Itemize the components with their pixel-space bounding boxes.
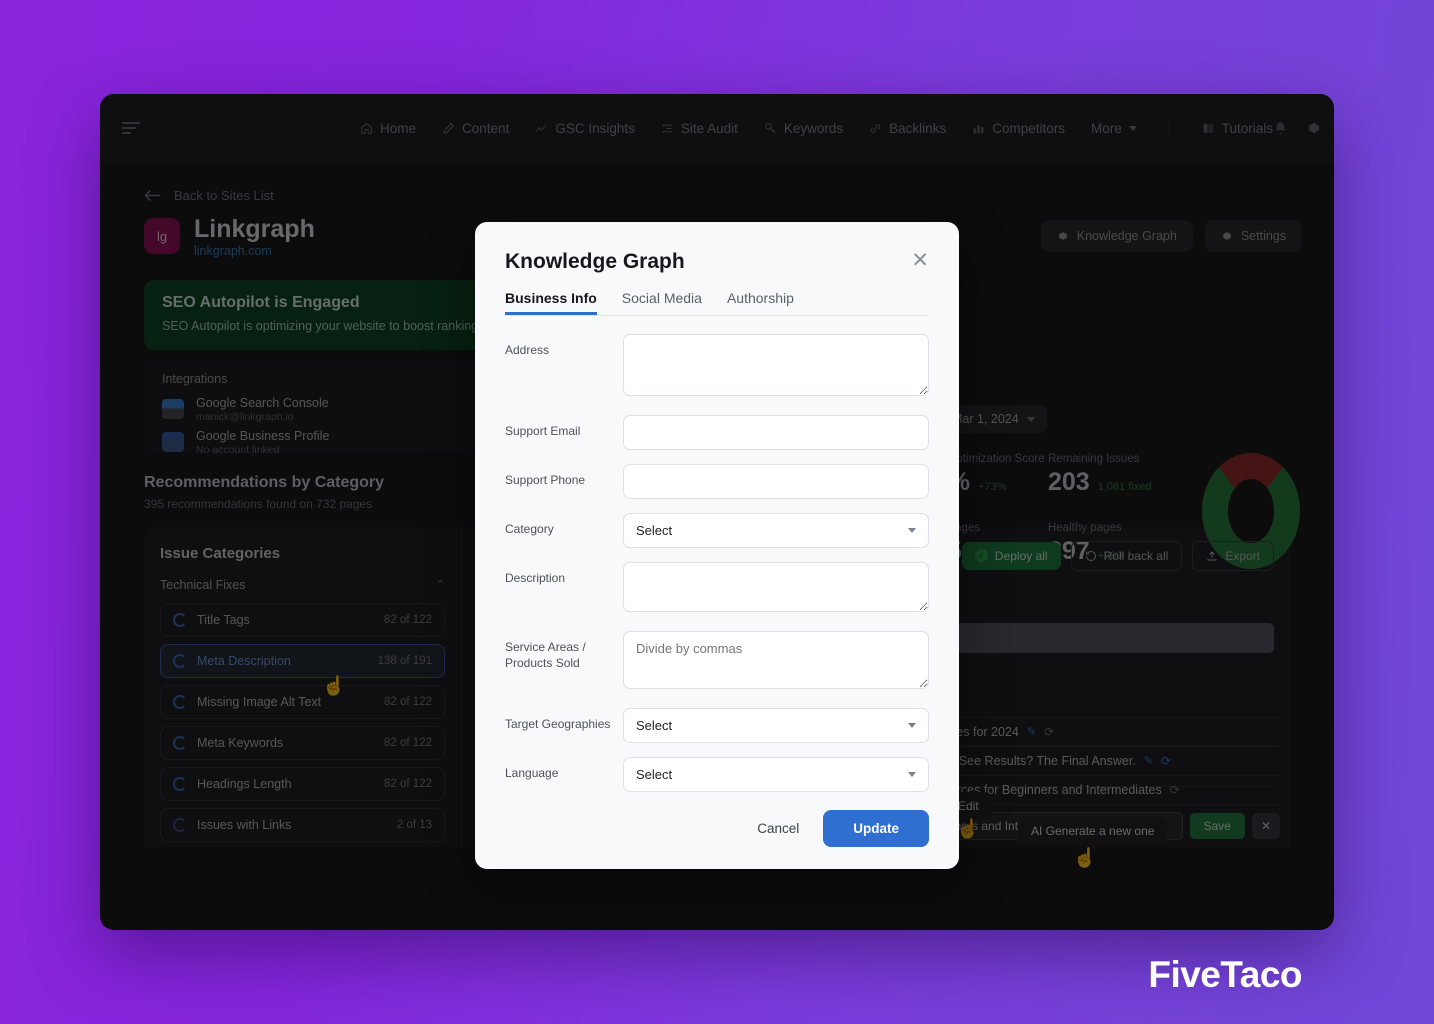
update-button[interactable]: Update [823,810,929,847]
field-label: Service Areas / Products Sold [505,640,586,671]
field-label: Description [505,571,566,585]
chevron-down-icon [908,528,916,533]
tab-authorship[interactable]: Authorship [727,290,794,315]
select-value: Select [636,767,673,782]
field-label: Language [505,766,559,780]
address-input[interactable] [623,334,929,396]
select-value: Select [636,523,673,538]
field-target-geographies: Target Geographies Select [505,708,929,743]
field-label: Support Email [505,424,581,438]
modal-actions: Cancel Update [505,810,929,847]
close-icon[interactable]: ✕ [911,250,929,271]
field-category: Category Select [505,513,929,548]
business-info-form: Address Support Email Support Phone Cate… [505,334,929,792]
knowledge-graph-modal: Knowledge Graph ✕ Business Info Social M… [475,222,959,869]
support-email-input[interactable] [623,415,929,450]
field-address: Address [505,334,929,401]
modal-tabs: Business Info Social Media Authorship [505,290,929,316]
description-input[interactable] [623,562,929,612]
field-label: Target Geographies [505,717,611,731]
cancel-button[interactable]: Cancel [743,811,813,846]
chevron-down-icon [908,723,916,728]
field-language: Language Select [505,757,929,792]
language-select[interactable]: Select [623,757,929,792]
modal-header: Knowledge Graph ✕ [505,250,929,274]
field-description: Description [505,562,929,617]
select-value: Select [636,718,673,733]
field-service-areas: Service Areas / Products Sold [505,631,929,694]
target-geographies-select[interactable]: Select [623,708,929,743]
field-label: Category [505,522,554,536]
tab-business-info[interactable]: Business Info [505,290,597,315]
fivetaco-watermark: FiveTaco [1148,954,1302,995]
tab-social-media[interactable]: Social Media [622,290,702,315]
chevron-down-icon [908,772,916,777]
category-select[interactable]: Select [623,513,929,548]
support-phone-input[interactable] [623,464,929,499]
field-label: Support Phone [505,473,586,487]
field-label: Address [505,343,550,357]
field-support-email: Support Email [505,415,929,450]
modal-title: Knowledge Graph [505,250,685,273]
service-areas-input[interactable] [623,631,929,689]
field-support-phone: Support Phone [505,464,929,499]
